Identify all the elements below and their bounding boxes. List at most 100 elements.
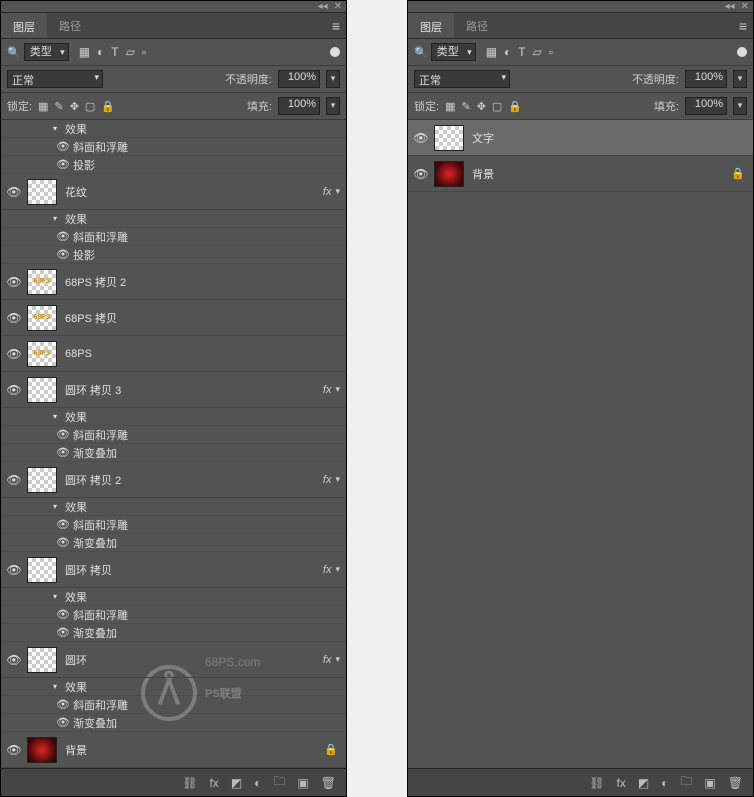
- layer-row[interactable]: 👁背景🔒: [1, 732, 346, 768]
- visibility-icon[interactable]: 👁: [53, 626, 73, 639]
- effect-row[interactable]: 👁渐变叠加: [1, 444, 346, 462]
- layer-thumbnail[interactable]: [434, 161, 464, 187]
- layer-row[interactable]: 👁圆环 拷贝 2fx▾: [1, 462, 346, 498]
- filter-type-dropdown[interactable]: 类型: [24, 43, 69, 61]
- visibility-icon[interactable]: 👁: [53, 518, 73, 531]
- search-icon[interactable]: 🔍: [7, 46, 21, 59]
- filter-adjust-icon[interactable]: ◐: [504, 45, 511, 59]
- fill-input[interactable]: 100%: [278, 97, 320, 115]
- fill-input[interactable]: 100%: [685, 97, 727, 115]
- filter-type-icon[interactable]: T: [518, 45, 525, 59]
- layer-name[interactable]: 圆环 拷贝 2: [65, 472, 323, 488]
- layer-row[interactable]: 👁花纹fx▾: [1, 174, 346, 210]
- visibility-icon[interactable]: 👁: [53, 158, 73, 171]
- effect-row[interactable]: ▾效果: [1, 588, 346, 606]
- effect-row[interactable]: 👁渐变叠加: [1, 534, 346, 552]
- layer-thumbnail[interactable]: [434, 125, 464, 151]
- visibility-icon[interactable]: 👁: [53, 536, 73, 549]
- link-icon[interactable]: ⛓: [589, 776, 604, 790]
- tab-paths[interactable]: 路径: [454, 13, 500, 38]
- fx-icon[interactable]: fx: [616, 776, 625, 790]
- visibility-icon[interactable]: 👁: [53, 608, 73, 621]
- lock-icon[interactable]: 🔒: [324, 743, 338, 756]
- visibility-icon[interactable]: 👁: [53, 248, 73, 261]
- fx-icon[interactable]: fx: [209, 776, 218, 790]
- visibility-icon[interactable]: 👁: [1, 347, 27, 361]
- effect-row[interactable]: 👁斜面和浮雕: [1, 228, 346, 246]
- lock-all-icon[interactable]: 🔒: [508, 100, 522, 113]
- triangle-icon[interactable]: ▾: [53, 412, 65, 421]
- layer-name[interactable]: 文字: [472, 130, 753, 146]
- layer-row[interactable]: 👁68PS 拷贝 2: [1, 264, 346, 300]
- new-layer-icon[interactable]: ▣: [297, 776, 308, 790]
- layer-name[interactable]: 68PS 拷贝 2: [65, 274, 346, 290]
- lock-pixels-icon[interactable]: ✎: [461, 100, 470, 113]
- triangle-icon[interactable]: ▾: [53, 502, 65, 511]
- collapse-icon[interactable]: ◂◂: [318, 1, 328, 12]
- blend-mode-dropdown[interactable]: 正常: [7, 70, 103, 88]
- visibility-icon[interactable]: 👁: [1, 563, 27, 577]
- layer-thumbnail[interactable]: [27, 269, 57, 295]
- layer-thumbnail[interactable]: [27, 557, 57, 583]
- effect-row[interactable]: 👁斜面和浮雕: [1, 426, 346, 444]
- layer-row[interactable]: 👁 68PS: [1, 336, 346, 372]
- layer-name[interactable]: 圆环 拷贝: [65, 562, 323, 578]
- filter-smart-icon[interactable]: ▫: [549, 45, 553, 59]
- layer-name[interactable]: 圆环 拷贝 3: [65, 382, 323, 398]
- chevron-down-icon[interactable]: ▾: [335, 186, 340, 197]
- lock-all-icon[interactable]: 🔒: [101, 100, 115, 113]
- collapse-icon[interactable]: ◂◂: [725, 1, 735, 12]
- chevron-down-icon[interactable]: ▾: [335, 564, 340, 575]
- layer-thumbnail[interactable]: [27, 341, 57, 367]
- visibility-icon[interactable]: 👁: [408, 131, 434, 145]
- layer-row[interactable]: 👁68PS 拷贝: [1, 300, 346, 336]
- mask-icon[interactable]: ◩: [638, 776, 649, 790]
- tab-layers[interactable]: 图层: [408, 13, 454, 38]
- layer-name[interactable]: 花纹: [65, 184, 323, 200]
- effect-row[interactable]: 👁斜面和浮雕: [1, 606, 346, 624]
- lock-pixels-icon[interactable]: ✎: [54, 100, 63, 113]
- link-icon[interactable]: ⛓: [182, 776, 197, 790]
- filter-shape-icon[interactable]: ▱: [126, 45, 135, 59]
- triangle-icon[interactable]: ▾: [53, 124, 65, 133]
- visibility-icon[interactable]: 👁: [53, 428, 73, 441]
- visibility-icon[interactable]: 👁: [1, 383, 27, 397]
- layer-name[interactable]: 背景: [472, 166, 731, 182]
- group-icon[interactable]: 🗀: [680, 772, 692, 793]
- tab-layers[interactable]: 图层: [1, 13, 47, 38]
- effect-row[interactable]: 👁斜面和浮雕: [1, 696, 346, 714]
- lock-artboard-icon[interactable]: ▢: [85, 100, 95, 113]
- opacity-input[interactable]: 100%: [278, 70, 320, 88]
- layer-row[interactable]: 👁 文字: [408, 120, 753, 156]
- triangle-icon[interactable]: ▾: [53, 682, 65, 691]
- layer-thumbnail[interactable]: [27, 737, 57, 763]
- filter-pixel-icon[interactable]: ▦: [486, 45, 497, 59]
- visibility-icon[interactable]: 👁: [53, 140, 73, 153]
- chevron-down-icon[interactable]: ▾: [335, 384, 340, 395]
- visibility-icon[interactable]: 👁: [53, 716, 73, 729]
- filter-pixel-icon[interactable]: ▦: [79, 45, 90, 59]
- layer-name[interactable]: 68PS: [65, 348, 346, 360]
- opacity-stepper[interactable]: ▾: [733, 70, 747, 88]
- opacity-stepper[interactable]: ▾: [326, 70, 340, 88]
- layer-row[interactable]: 👁圆环 拷贝 3fx▾: [1, 372, 346, 408]
- effect-row[interactable]: 👁投影: [1, 156, 346, 174]
- layer-name[interactable]: 圆环: [65, 652, 323, 668]
- panel-menu-icon[interactable]: ≡: [739, 18, 747, 34]
- filter-toggle[interactable]: [330, 47, 340, 57]
- effect-row[interactable]: 👁投影: [1, 246, 346, 264]
- search-icon[interactable]: 🔍: [414, 46, 428, 59]
- adjustment-icon[interactable]: ◐: [254, 776, 261, 790]
- lock-position-icon[interactable]: ✥: [477, 100, 486, 113]
- filter-adjust-icon[interactable]: ◐: [97, 45, 104, 59]
- tab-paths[interactable]: 路径: [47, 13, 93, 38]
- visibility-icon[interactable]: 👁: [53, 446, 73, 459]
- fill-stepper[interactable]: ▾: [733, 97, 747, 115]
- layer-row[interactable]: 👁圆环 拷贝fx▾: [1, 552, 346, 588]
- layer-thumbnail[interactable]: [27, 305, 57, 331]
- layer-row[interactable]: 👁背景🔒: [408, 156, 753, 192]
- visibility-icon[interactable]: 👁: [1, 653, 27, 667]
- lock-artboard-icon[interactable]: ▢: [492, 100, 502, 113]
- chevron-down-icon[interactable]: ▾: [335, 474, 340, 485]
- close-icon[interactable]: ✕: [741, 1, 749, 12]
